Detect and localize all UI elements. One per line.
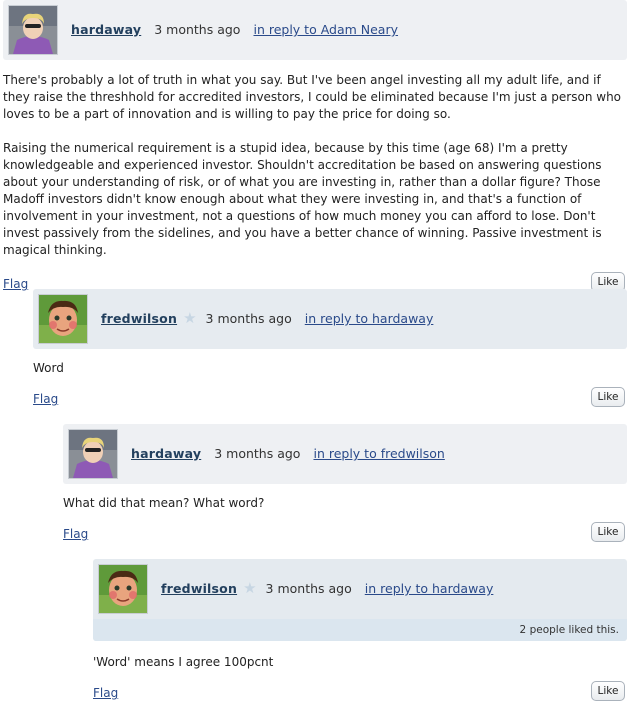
timestamp: 3 months ago bbox=[214, 446, 301, 461]
avatar[interactable] bbox=[68, 429, 118, 479]
comment-paragraph: Word bbox=[33, 361, 64, 375]
comment-paragraph: There's probably a lot of truth in what … bbox=[3, 73, 622, 121]
likes-count[interactable]: 2 people liked this. bbox=[520, 624, 619, 636]
avatar[interactable] bbox=[38, 294, 88, 344]
comment-header: fredwilson ★ 3 months ago in reply to ha… bbox=[93, 559, 627, 641]
avatar-image bbox=[39, 295, 87, 343]
comment-body: 'Word' means I agree 100pcnt bbox=[93, 654, 627, 671]
in-reply-to-link[interactable]: in reply to fredwilson bbox=[313, 446, 444, 461]
comment-paragraph: Raising the numerical requirement is a s… bbox=[3, 141, 602, 257]
like-button[interactable]: Like bbox=[591, 387, 625, 407]
avatar[interactable] bbox=[8, 5, 58, 55]
flag-link[interactable]: Flag bbox=[33, 392, 58, 406]
comment-header: hardaway 3 months ago in reply to Adam N… bbox=[3, 0, 627, 60]
in-reply-to-link[interactable]: in reply to hardaway bbox=[305, 311, 434, 326]
star-icon: ★ bbox=[243, 579, 257, 597]
comment-paragraph: 'Word' means I agree 100pcnt bbox=[93, 655, 274, 669]
timestamp: 3 months ago bbox=[265, 581, 352, 596]
comment-footer: Flag Like bbox=[93, 681, 627, 705]
avatar-image bbox=[99, 565, 147, 613]
avatar-image bbox=[9, 6, 57, 54]
avatar-image bbox=[69, 430, 117, 478]
author-link[interactable]: hardaway bbox=[131, 446, 201, 461]
comment-footer: Flag Like bbox=[33, 387, 627, 411]
like-button[interactable]: Like bbox=[591, 681, 625, 701]
comment-footer: Flag Like bbox=[63, 522, 627, 546]
comment: fredwilson ★ 3 months ago in reply to ha… bbox=[33, 289, 627, 411]
comment: hardaway 3 months ago in reply to fredwi… bbox=[63, 424, 627, 546]
flag-link[interactable]: Flag bbox=[93, 686, 118, 700]
timestamp: 3 months ago bbox=[154, 22, 241, 37]
comment-header: fredwilson ★ 3 months ago in reply to ha… bbox=[33, 289, 627, 349]
comment-body: Word bbox=[33, 360, 627, 377]
comment-body: What did that mean? What word? bbox=[63, 495, 627, 512]
comment-meta: fredwilson ★ 3 months ago in reply to ha… bbox=[161, 579, 494, 597]
author-link[interactable]: fredwilson bbox=[101, 311, 177, 326]
timestamp: 3 months ago bbox=[205, 311, 292, 326]
author-link[interactable]: hardaway bbox=[71, 22, 141, 37]
comment: fredwilson ★ 3 months ago in reply to ha… bbox=[93, 559, 627, 705]
flag-link[interactable]: Flag bbox=[3, 277, 28, 291]
likes-bar: 2 people liked this. bbox=[93, 619, 627, 641]
comment-paragraph: What did that mean? What word? bbox=[63, 496, 265, 510]
avatar[interactable] bbox=[98, 564, 148, 614]
in-reply-to-link[interactable]: in reply to hardaway bbox=[365, 581, 494, 596]
comment: hardaway 3 months ago in reply to Adam N… bbox=[3, 0, 627, 296]
comment-meta: hardaway 3 months ago in reply to Adam N… bbox=[71, 22, 398, 37]
comment-meta: hardaway 3 months ago in reply to fredwi… bbox=[131, 446, 445, 461]
in-reply-to-link[interactable]: in reply to Adam Neary bbox=[253, 22, 398, 37]
author-link[interactable]: fredwilson bbox=[161, 581, 237, 596]
star-icon: ★ bbox=[183, 309, 197, 327]
comment-header: hardaway 3 months ago in reply to fredwi… bbox=[63, 424, 627, 484]
comment-meta: fredwilson ★ 3 months ago in reply to ha… bbox=[101, 309, 434, 327]
comment-body: There's probably a lot of truth in what … bbox=[3, 72, 627, 259]
like-button[interactable]: Like bbox=[591, 522, 625, 542]
flag-link[interactable]: Flag bbox=[63, 527, 88, 541]
